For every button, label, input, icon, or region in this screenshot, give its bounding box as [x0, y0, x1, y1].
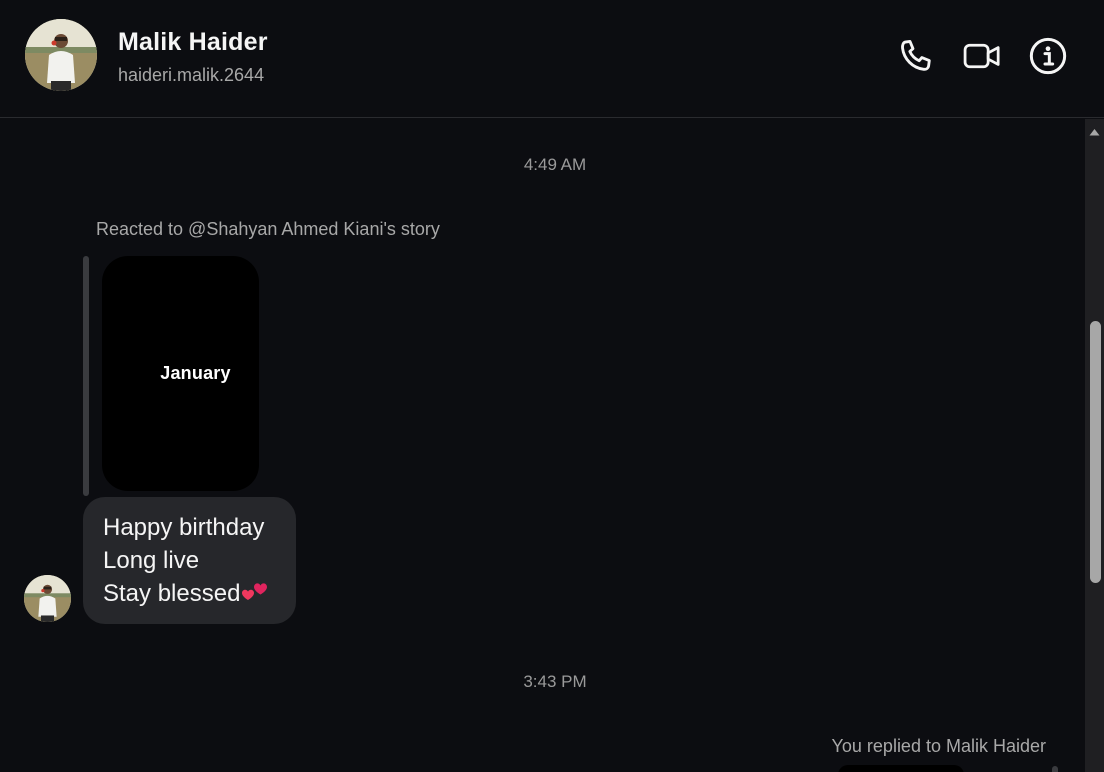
message-timestamp: 3:43 PM — [523, 672, 587, 691]
two-hearts-emoji-icon — [240, 579, 270, 603]
conversation-info-button[interactable] — [1028, 36, 1068, 76]
profile-avatar[interactable] — [25, 19, 97, 91]
scrollbar[interactable] — [1085, 119, 1104, 772]
chat-window: Malik Haider haideri.malik.2644 4:49 AM … — [0, 0, 1104, 772]
scroll-up-arrow-icon[interactable] — [1085, 125, 1104, 139]
contact-name[interactable]: Malik Haider — [118, 28, 268, 57]
story-reaction-label: Reacted to @Shahyan Ahmed Kiani's story — [96, 219, 440, 239]
conversation-header: Malik Haider haideri.malik.2644 — [0, 0, 1104, 118]
message-thread[interactable]: 4:49 AM Reacted to @Shahyan Ahmed Kiani'… — [0, 119, 1085, 772]
info-icon — [1029, 37, 1067, 75]
reply-quote-rail — [1052, 766, 1058, 772]
message-line: Happy birthday — [103, 514, 265, 541]
message-timestamp: 4:49 AM — [523, 155, 587, 174]
message-line: Stay blessed — [103, 577, 270, 610]
message-text: Stay blessed — [103, 580, 241, 607]
reply-label: You replied to Malik Haider — [831, 736, 1046, 756]
sender-avatar[interactable] — [24, 575, 71, 622]
video-camera-icon — [963, 43, 1000, 69]
reply-preview-peek[interactable] — [838, 765, 964, 772]
story-preview[interactable]: January — [102, 256, 259, 491]
scrollbar-thumb[interactable] — [1090, 321, 1101, 583]
message-bubble[interactable]: Happy birthday Long live Stay blessed — [83, 497, 297, 624]
phone-icon — [901, 40, 931, 71]
person-photo-avatar-icon — [25, 19, 97, 91]
person-photo-avatar-icon — [24, 575, 71, 622]
story-text: January — [160, 363, 231, 383]
video-call-button[interactable] — [962, 36, 1002, 76]
contact-handle: haideri.malik.2644 — [118, 65, 265, 85]
voice-call-button[interactable] — [896, 36, 936, 76]
story-quote-rail — [83, 256, 89, 496]
message-line: Long live — [103, 547, 200, 574]
